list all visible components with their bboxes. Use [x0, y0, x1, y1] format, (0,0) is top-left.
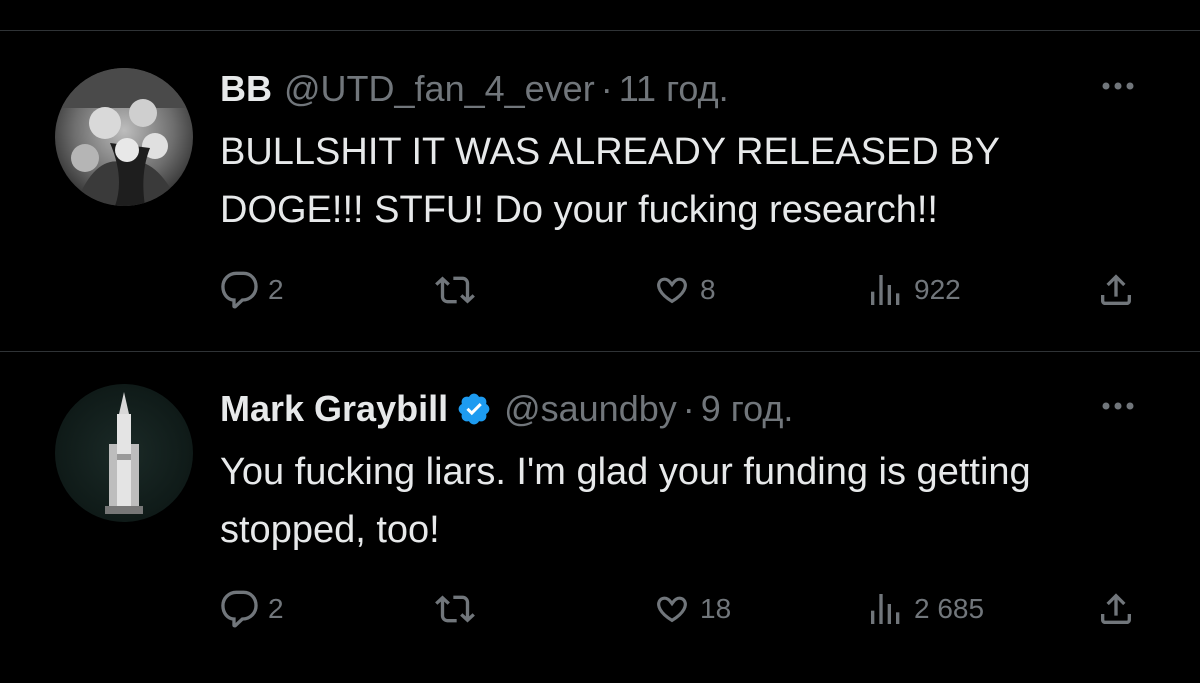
reply-button[interactable]: 2	[220, 589, 284, 629]
tweet-header: BB @UTD_fan_4_ever · 11 год.	[220, 68, 729, 110]
display-name[interactable]: Mark Graybill	[220, 388, 448, 430]
repost-button[interactable]	[435, 270, 483, 310]
tweet-actions: 2 18 2 685	[220, 589, 1145, 629]
like-button[interactable]: 8	[652, 270, 716, 310]
avatar-mark-graybill[interactable]	[55, 384, 193, 522]
separator-dot: ·	[600, 68, 613, 109]
repost-icon	[435, 595, 475, 623]
heart-icon	[657, 596, 687, 623]
tweet-text: BULLSHIT IT WAS ALREADY RELEASED BY DOGE…	[220, 131, 1000, 231]
reply-count: 2	[268, 274, 284, 305]
views-button[interactable]: 922	[866, 270, 961, 310]
more-options-button[interactable]	[1098, 396, 1138, 416]
more-dots-icon	[1102, 82, 1134, 90]
share-icon	[1101, 593, 1131, 624]
like-button[interactable]: 18	[652, 589, 731, 629]
display-name[interactable]: BB	[220, 68, 272, 110]
tweet-text: You fucking liars. I'm glad your funding…	[220, 451, 1031, 551]
tweet-reply-2[interactable]: Mark Graybill @saundby · 9 год. You fuck…	[0, 352, 1200, 683]
more-options-button[interactable]	[1098, 76, 1138, 96]
avatar-bb[interactable]	[55, 68, 193, 206]
reply-button[interactable]: 2	[220, 270, 284, 310]
share-icon	[1101, 274, 1131, 305]
reply-count: 2	[268, 593, 284, 624]
timestamp[interactable]: 11 год.	[619, 68, 729, 110]
tweet-actions: 2 8 922	[220, 270, 1145, 310]
repost-button[interactable]	[435, 589, 483, 629]
repost-icon	[435, 276, 475, 304]
reply-icon	[221, 590, 258, 628]
share-button[interactable]	[1096, 589, 1136, 629]
more-dots-icon	[1102, 402, 1134, 410]
like-count: 8	[700, 274, 716, 305]
view-count: 2 685	[914, 593, 985, 624]
views-button[interactable]: 2 685	[866, 589, 984, 629]
share-button[interactable]	[1096, 270, 1136, 310]
tweet-reply-1[interactable]: BB @UTD_fan_4_ever · 11 год. BULLSHIT IT…	[0, 31, 1200, 351]
reply-icon	[221, 271, 258, 309]
user-handle[interactable]: @saundby	[504, 388, 677, 430]
verified-badge-icon[interactable]	[456, 391, 492, 427]
tweet-header: Mark Graybill @saundby · 9 год.	[220, 388, 793, 430]
separator-dot: ·	[682, 388, 695, 429]
like-count: 18	[700, 593, 732, 624]
views-chart-icon	[871, 275, 900, 305]
heart-icon	[657, 277, 687, 304]
timestamp[interactable]: 9 год.	[701, 388, 794, 430]
view-count: 922	[914, 274, 961, 305]
views-chart-icon	[871, 594, 900, 624]
user-handle[interactable]: @UTD_fan_4_ever	[284, 68, 595, 110]
